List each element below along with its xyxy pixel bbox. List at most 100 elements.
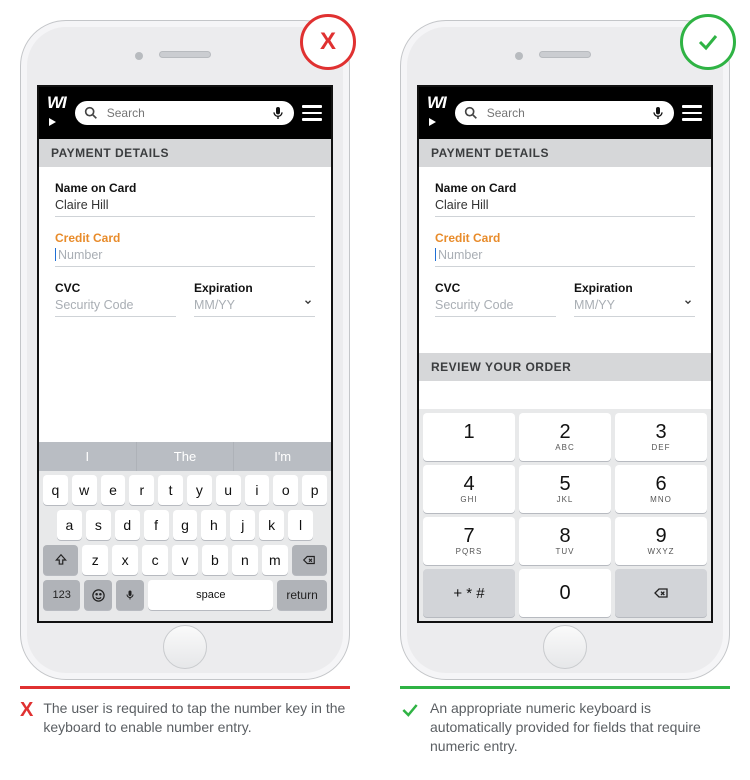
mic-icon[interactable]	[650, 105, 666, 121]
field-name-on-card[interactable]: Name on Card Claire Hill	[55, 181, 315, 217]
key-t[interactable]: t	[158, 475, 183, 505]
caption-good-text: An appropriate numeric keyboard is autom…	[430, 699, 730, 756]
numpad-key-9[interactable]: 9WXYZ	[615, 517, 707, 565]
caption-good: An appropriate numeric keyboard is autom…	[400, 686, 730, 756]
exp-label: Expiration	[194, 281, 315, 295]
numeric-keypad: 1 2ABC3DEF 4GHI5JKL6MNO 7PQRS8TUV9WXYZ + * …	[419, 409, 711, 621]
card-placeholder: Number	[55, 248, 315, 262]
numpad-key-6[interactable]: 6MNO	[615, 465, 707, 513]
key-y[interactable]: y	[187, 475, 212, 505]
emoji-key[interactable]	[84, 580, 112, 610]
field-cvc[interactable]: CVC Security Code	[55, 281, 176, 317]
numpad-key-2[interactable]: 2ABC	[519, 413, 611, 461]
return-key[interactable]: return	[277, 580, 327, 610]
numpad-key-7[interactable]: 7PQRS	[423, 517, 515, 565]
key-n[interactable]: n	[232, 545, 258, 575]
key-x[interactable]: x	[112, 545, 138, 575]
key-a[interactable]: a	[57, 510, 82, 540]
home-button[interactable]	[163, 625, 207, 669]
search-field[interactable]	[75, 101, 294, 125]
menu-button[interactable]	[302, 105, 323, 121]
phone-camera	[135, 52, 143, 60]
search-input[interactable]	[105, 105, 264, 121]
key-o[interactable]: o	[273, 475, 298, 505]
suggestion[interactable]: The	[137, 442, 235, 471]
key-b[interactable]: b	[202, 545, 228, 575]
key-v[interactable]: v	[172, 545, 198, 575]
card-label: Credit Card	[55, 231, 315, 245]
key-e[interactable]: e	[101, 475, 126, 505]
home-button[interactable]	[543, 625, 587, 669]
app-logo: WI	[47, 93, 67, 133]
key-z[interactable]: z	[82, 545, 108, 575]
search-field[interactable]	[455, 101, 674, 125]
app-bar: WI	[39, 87, 331, 139]
key-k[interactable]: k	[259, 510, 284, 540]
suggestion[interactable]: I'm	[234, 442, 331, 471]
example-good: WI PAYMENT DETAILS Name	[400, 20, 730, 680]
numpad-key-5[interactable]: 5JKL	[519, 465, 611, 513]
key-j[interactable]: j	[230, 510, 255, 540]
cvc-placeholder: Security Code	[55, 298, 176, 312]
numpad-key-0[interactable]: 0	[519, 569, 611, 617]
search-input[interactable]	[485, 105, 644, 121]
menu-button[interactable]	[682, 105, 703, 121]
text-caret	[435, 248, 436, 261]
suggestion[interactable]: I	[39, 442, 137, 471]
key-u[interactable]: u	[216, 475, 241, 505]
numpad-key-3[interactable]: 3DEF	[615, 413, 707, 461]
field-expiration[interactable]: Expiration MM/YY	[194, 281, 315, 317]
qwerty-keyboard: I The I'm qwertyuiop asdfghjkl zxcvbnm	[39, 442, 331, 621]
example-bad: X WI	[20, 20, 350, 680]
key-g[interactable]: g	[173, 510, 198, 540]
numpad-symbols-key[interactable]: + * #	[423, 569, 515, 617]
name-value: Claire Hill	[435, 198, 695, 212]
underline-good	[400, 686, 730, 689]
cvc-label: CVC	[435, 281, 556, 295]
phone-frame: WI PAYMENT DETAILS Name	[400, 20, 730, 680]
space-key[interactable]: space	[148, 580, 273, 610]
text-caret	[55, 248, 56, 261]
key-f[interactable]: f	[144, 510, 169, 540]
numbers-key[interactable]: 123	[43, 580, 80, 610]
chevron-down-icon	[303, 295, 313, 310]
key-c[interactable]: c	[142, 545, 168, 575]
section-payment-details: PAYMENT DETAILS	[419, 139, 711, 167]
payment-form: Name on Card Claire Hill Credit Card Num…	[39, 167, 331, 341]
key-d[interactable]: d	[115, 510, 140, 540]
field-cvc[interactable]: CVC Security Code	[435, 281, 556, 317]
numpad-backspace-key[interactable]	[615, 569, 707, 617]
cvc-placeholder: Security Code	[435, 298, 556, 312]
suggestion-bar: I The I'm	[39, 442, 331, 471]
x-icon: X	[20, 700, 33, 720]
key-r[interactable]: r	[129, 475, 154, 505]
key-q[interactable]: q	[43, 475, 68, 505]
numpad-key-1[interactable]: 1	[423, 413, 515, 461]
badge-good-icon	[680, 14, 736, 70]
numpad-key-4[interactable]: 4GHI	[423, 465, 515, 513]
field-expiration[interactable]: Expiration MM/YY	[574, 281, 695, 317]
field-credit-card[interactable]: Credit Card Number	[435, 231, 695, 267]
key-l[interactable]: l	[288, 510, 313, 540]
app-bar: WI	[419, 87, 711, 139]
badge-bad-icon: X	[300, 14, 356, 70]
key-w[interactable]: w	[72, 475, 97, 505]
key-s[interactable]: s	[86, 510, 111, 540]
field-credit-card[interactable]: Credit Card Number	[55, 231, 315, 267]
underline-bad	[20, 686, 350, 689]
field-name-on-card[interactable]: Name on Card Claire Hill	[435, 181, 695, 217]
key-h[interactable]: h	[201, 510, 226, 540]
shift-key[interactable]	[43, 545, 78, 575]
key-i[interactable]: i	[245, 475, 270, 505]
phone-speaker	[539, 51, 591, 58]
numpad-key-8[interactable]: 8TUV	[519, 517, 611, 565]
cvc-label: CVC	[55, 281, 176, 295]
key-p[interactable]: p	[302, 475, 327, 505]
backspace-key[interactable]	[292, 545, 327, 575]
chevron-down-icon	[683, 295, 693, 310]
dictation-key[interactable]	[116, 580, 144, 610]
key-m[interactable]: m	[262, 545, 288, 575]
name-label: Name on Card	[55, 181, 315, 195]
caption-bad-text: The user is required to tap the number k…	[43, 699, 350, 737]
mic-icon[interactable]	[270, 105, 286, 121]
